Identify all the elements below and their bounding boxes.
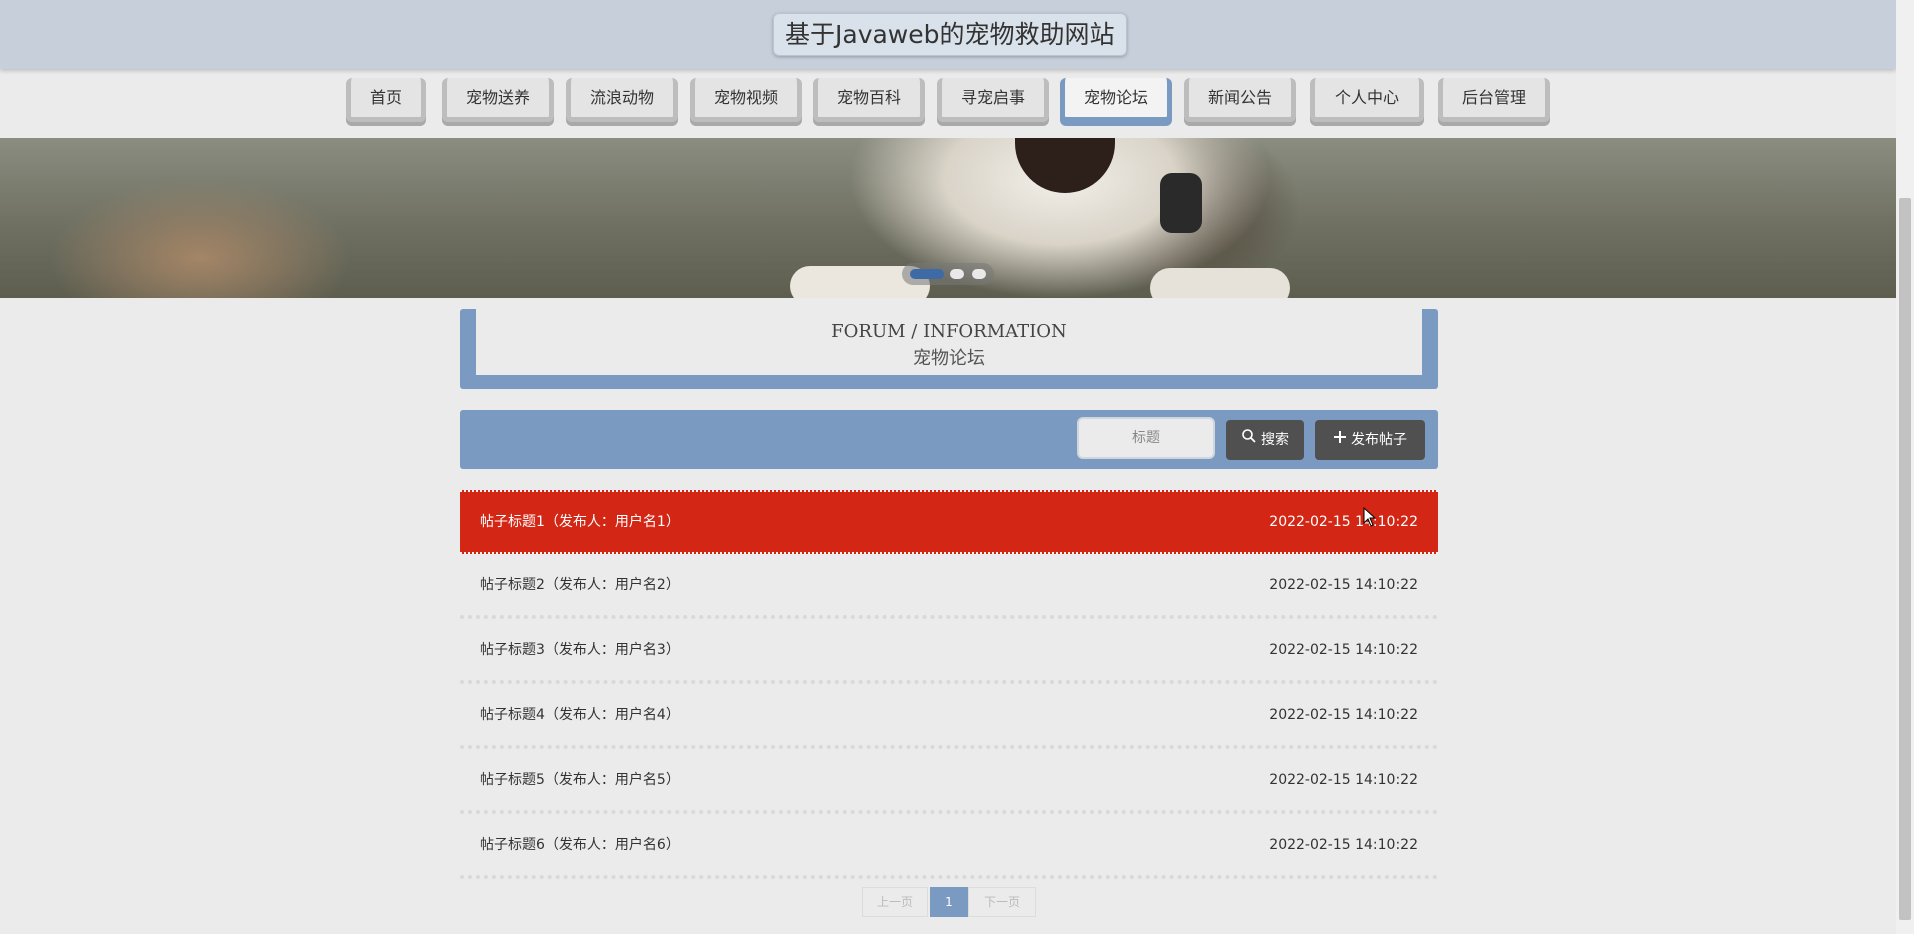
heading-chinese: 宠物论坛: [913, 348, 985, 369]
search-button[interactable]: 搜索: [1226, 420, 1304, 460]
nav-item-pet-videos[interactable]: 宠物视频: [690, 78, 802, 122]
post-title: 帖子标题3（发布人：用户名3）: [480, 642, 680, 658]
forum-toolbar: 搜索 发布帖子: [460, 410, 1438, 469]
search-icon: [1241, 420, 1257, 460]
post-title: 帖子标题5（发布人：用户名5）: [480, 772, 680, 788]
post-date: 2022-02-15 14:10:22: [1269, 772, 1418, 788]
post-row[interactable]: 帖子标题6（发布人：用户名6） 2022-02-15 14:10:22: [460, 815, 1438, 879]
next-page-button[interactable]: 下一页: [968, 887, 1036, 917]
nav-item-news[interactable]: 新闻公告: [1184, 78, 1296, 122]
post-title: 帖子标题6（发布人：用户名6）: [480, 837, 680, 853]
post-list: 帖子标题1（发布人：用户名1） 2022-02-15 14:10:22 帖子标题…: [460, 490, 1438, 880]
site-header: 基于Javaweb的宠物救助网站: [0, 0, 1896, 69]
plus-icon: [1333, 420, 1347, 460]
post-row[interactable]: 帖子标题1（发布人：用户名1） 2022-02-15 14:10:22: [460, 490, 1438, 554]
main-nav: 首页 宠物送养 流浪动物 宠物视频 宠物百科 寻宠启事 宠物论坛 新闻公告 个人…: [0, 78, 1896, 128]
nav-item-pet-forum[interactable]: 宠物论坛: [1060, 78, 1172, 122]
nav-item-pet-adoption[interactable]: 宠物送养: [442, 78, 554, 122]
post-row[interactable]: 帖子标题3（发布人：用户名3） 2022-02-15 14:10:22: [460, 620, 1438, 684]
nav-item-pet-encyclopedia[interactable]: 宠物百科: [813, 78, 925, 122]
post-date: 2022-02-15 14:10:22: [1269, 514, 1418, 530]
carousel-dot-1[interactable]: [910, 269, 944, 279]
post-date: 2022-02-15 14:10:22: [1269, 837, 1418, 853]
carousel-dot-2[interactable]: [950, 269, 964, 279]
page-number-current[interactable]: 1: [930, 887, 968, 917]
carousel-indicators: [902, 263, 994, 285]
nav-item-stray-animals[interactable]: 流浪动物: [566, 78, 678, 122]
heading-english: FORUM / INFORMATION: [831, 321, 1067, 342]
title-search-input[interactable]: [1077, 417, 1215, 459]
new-post-button[interactable]: 发布帖子: [1315, 420, 1425, 460]
nav-item-lost-pets[interactable]: 寻宠启事: [937, 78, 1049, 122]
banner-image-dog: [1015, 138, 1115, 193]
post-title: 帖子标题2（发布人：用户名2）: [480, 577, 680, 593]
nav-item-admin[interactable]: 后台管理: [1438, 78, 1550, 122]
prev-page-button[interactable]: 上一页: [862, 887, 928, 917]
scrollbar-thumb[interactable]: [1899, 198, 1911, 920]
post-row[interactable]: 帖子标题5（发布人：用户名5） 2022-02-15 14:10:22: [460, 750, 1438, 814]
page-scrollbar[interactable]: [1896, 0, 1914, 934]
post-date: 2022-02-15 14:10:22: [1269, 707, 1418, 723]
post-title: 帖子标题4（发布人：用户名4）: [480, 707, 680, 723]
site-title: 基于Javaweb的宠物救助网站: [773, 13, 1127, 56]
nav-item-home[interactable]: 首页: [346, 78, 426, 122]
post-date: 2022-02-15 14:10:22: [1269, 642, 1418, 658]
post-row[interactable]: 帖子标题2（发布人：用户名2） 2022-02-15 14:10:22: [460, 555, 1438, 619]
section-heading: FORUM / INFORMATION 宠物论坛: [460, 309, 1438, 389]
post-date: 2022-02-15 14:10:22: [1269, 577, 1418, 593]
nav-item-user-center[interactable]: 个人中心: [1310, 78, 1424, 122]
post-title: 帖子标题1（发布人：用户名1）: [480, 514, 680, 530]
carousel-dot-3[interactable]: [972, 269, 986, 279]
post-row[interactable]: 帖子标题4（发布人：用户名4） 2022-02-15 14:10:22: [460, 685, 1438, 749]
